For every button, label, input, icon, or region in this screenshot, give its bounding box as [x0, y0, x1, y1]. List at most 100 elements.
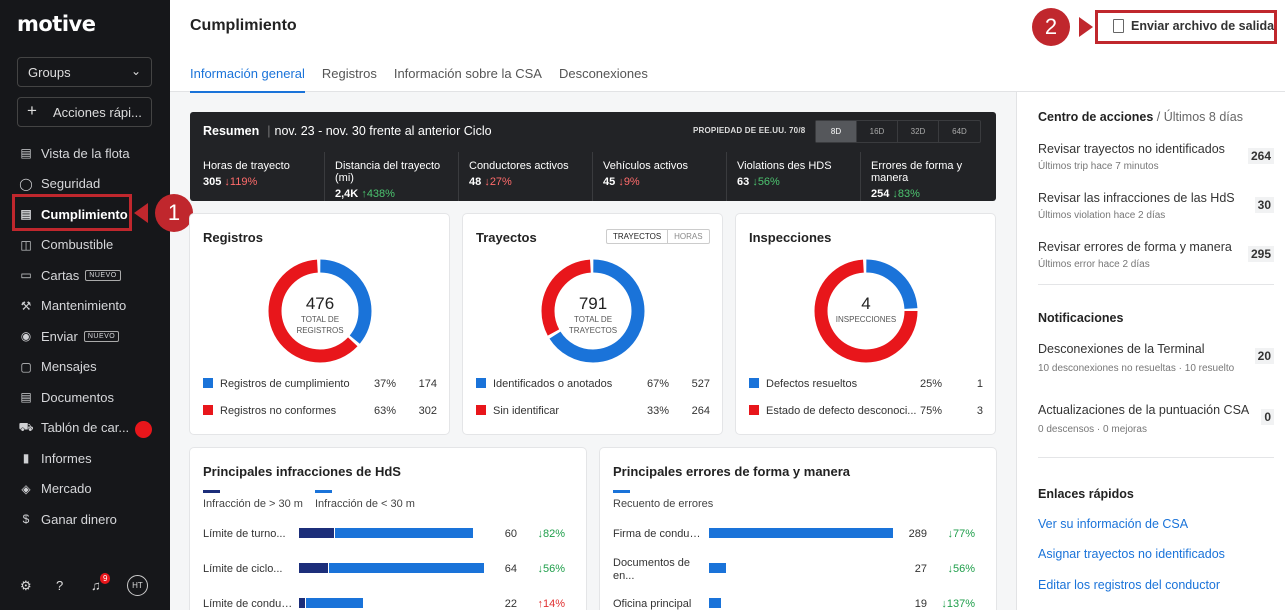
tab-overview[interactable]: Información general — [190, 66, 305, 93]
sidebar: motive Groups ⌄ + Acciones rápi... ▤ Vist… — [0, 0, 170, 610]
groups-dropdown[interactable]: Groups ⌄ — [17, 57, 152, 87]
action-item[interactable]: Revisar trayectos no identificados Último… — [1038, 142, 1274, 172]
bar — [709, 528, 893, 538]
property-label: PROPIEDAD DE EE.UU. 70/8 — [693, 126, 806, 135]
sidebar-item-documents[interactable]: ▤ Documentos — [0, 382, 170, 413]
donut-total: 791 — [578, 294, 608, 313]
metric-value: 2,4K — [335, 188, 359, 200]
link-assign-trips[interactable]: Asignar trayectos no identificados — [1038, 547, 1225, 561]
card-title: Trayectos — [476, 230, 537, 245]
sidebar-item-load-board[interactable]: ⛟ Tablón de car... — [0, 413, 170, 444]
legend-row: Registros de cumplimiento 37% 174 — [203, 378, 437, 390]
notification-item[interactable]: Desconexiones de la Terminal 10 desconexi… — [1038, 342, 1274, 374]
legend-count: 1 — [976, 378, 983, 390]
period-8d[interactable]: 8D — [816, 121, 857, 142]
row-change: ↓137% — [941, 598, 975, 610]
row-change: ↓77% — [947, 528, 975, 540]
bar-dark — [299, 563, 328, 573]
documents-icon: ▤ — [20, 390, 32, 405]
card-title: Principales errores de forma y manera — [613, 464, 851, 479]
card-hos-violations: Principales infracciones de HdS Infracci… — [190, 448, 586, 610]
sidebar-item-reports[interactable]: ▮ Informes — [0, 443, 170, 474]
tab-logs[interactable]: Registros — [322, 66, 377, 93]
metric-value-row: 45 ↓9% — [603, 176, 716, 188]
admin-settings-icon[interactable]: ⚙ — [20, 578, 32, 594]
sidebar-item-fuel[interactable]: ◫ Combustible — [0, 230, 170, 261]
tab-csa[interactable]: Información sobre la CSA — [394, 66, 542, 93]
hos-row[interactable]: Límite de conduc... 22 ↑14% — [203, 596, 565, 610]
sidebar-item-cards[interactable]: ▭ Cartas NUEVO — [0, 260, 170, 291]
legend-swatch-dark — [203, 490, 220, 493]
row-value: 64 — [504, 563, 517, 575]
wrench-icon: ⚒ — [20, 298, 32, 313]
motive-logo[interactable]: motive — [17, 12, 96, 36]
tab-disconnections[interactable]: Desconexiones — [559, 66, 648, 93]
sidebar-item-messages[interactable]: ▢ Mensajes — [0, 352, 170, 383]
bar-light — [305, 598, 364, 608]
metric-value-row: 254 ↓83% — [871, 188, 984, 200]
toggle-hours[interactable]: HORAS — [668, 230, 708, 243]
legend-pct: 25% — [920, 378, 943, 390]
period-16d[interactable]: 16D — [857, 121, 898, 142]
metric-value: 305 — [203, 176, 222, 188]
quick-actions-label: Acciones rápi... — [53, 105, 142, 120]
row-value: 27 — [914, 563, 927, 575]
truck-icon: ⛟ — [18, 419, 34, 434]
fuel-icon: ◫ — [20, 237, 32, 252]
legend-label: Sin identificar — [493, 405, 560, 417]
action-sub: Últimos violation hace 2 días — [1038, 210, 1166, 221]
summary-panel: Resumen | nov. 23 - nov. 30 frente al ante… — [190, 112, 996, 201]
hos-row[interactable]: Límite de ciclo... 64 ↓56% — [203, 561, 565, 577]
sidebar-item-earn-money[interactable]: $ Ganar dinero — [0, 504, 170, 535]
period-32d[interactable]: 32D — [898, 121, 939, 142]
notification-count: 20 — [1254, 348, 1274, 364]
legend-row: Defectos resueltos 25% 1 — [749, 378, 983, 390]
summary-metric: Conductores activos 48 ↓27% — [458, 152, 592, 201]
period-64d[interactable]: 64D — [939, 121, 980, 142]
sidebar-item-label: Seguridad — [41, 176, 101, 192]
help-icon[interactable]: ? — [56, 578, 63, 593]
action-count: 30 — [1254, 197, 1274, 213]
avatar[interactable]: HT — [127, 575, 148, 596]
metric-label: Distancia del trayecto (mi) — [335, 160, 441, 184]
sidebar-item-label: Mercado — [41, 481, 92, 497]
sidebar-item-maintenance[interactable]: ⚒ Mantenimiento — [0, 291, 170, 322]
card-trayectos: Trayectos TRAYECTOS HORAS 791 TOTAL DE T… — [463, 214, 722, 434]
legend-count: 302 — [418, 405, 437, 417]
hos-row[interactable]: Límite de turno... 60 ↓82% — [203, 526, 565, 542]
sidebar-item-dispatch[interactable]: ◉ Enviar NUEVO — [0, 321, 170, 352]
notification-item[interactable]: Actualizaciones de la puntuación CSA 0 de… — [1038, 403, 1274, 435]
donut-label: INSPECCIONES — [835, 315, 897, 324]
link-edit-logs[interactable]: Editar los registros del conductor — [1038, 578, 1220, 592]
summary-metric: Errores de forma y manera 254 ↓83% — [860, 152, 994, 201]
fm-row[interactable]: Firma de conductor 289 ↓77% — [613, 526, 975, 542]
summary-metric: Horas de trayecto 305 ↓119% — [190, 152, 324, 201]
row-value: 60 — [504, 528, 517, 540]
link-csa-info[interactable]: Ver su información de CSA — [1038, 517, 1188, 531]
legend-row: Estado de defecto desconoci... 75% 3 — [749, 405, 983, 417]
divider — [1038, 457, 1274, 458]
bar-dark — [299, 528, 334, 538]
summary-metrics: Horas de trayecto 305 ↓119% Distancia del … — [190, 152, 996, 201]
fm-row[interactable]: Oficina principal 19 ↓137% — [613, 596, 975, 610]
card-title: Registros — [203, 230, 263, 245]
callout-1: 1 — [155, 194, 193, 232]
sidebar-item-label: Ganar dinero — [41, 511, 117, 527]
quick-actions-button[interactable]: + Acciones rápi... — [17, 97, 152, 127]
metric-label: Conductores activos — [469, 160, 569, 172]
divider — [1038, 284, 1274, 285]
toggle-trips[interactable]: TRAYECTOS — [607, 230, 669, 243]
row-label: Firma de conductor — [613, 528, 705, 540]
metric-change: ↓27% — [484, 176, 512, 188]
action-item[interactable]: Revisar errores de forma y manera Últimos… — [1038, 240, 1274, 270]
donut-total: 4 — [861, 294, 871, 313]
fm-row[interactable]: Documentos de en... 27 ↓56% — [613, 557, 975, 582]
sidebar-item-marketplace[interactable]: ◈ Mercado — [0, 474, 170, 505]
metric-change: ↑438% — [361, 188, 395, 200]
metric-change: ↓9% — [618, 176, 640, 188]
right-panel: Centro de acciones / Últimos 8 días Revi… — [1016, 92, 1285, 610]
sidebar-item-fleet-view[interactable]: ▤ Vista de la flota — [0, 138, 170, 169]
metric-value-row: 305 ↓119% — [203, 176, 314, 188]
action-item[interactable]: Revisar las infracciones de las HdS Últim… — [1038, 191, 1274, 221]
new-badge: NUEVO — [83, 330, 120, 342]
